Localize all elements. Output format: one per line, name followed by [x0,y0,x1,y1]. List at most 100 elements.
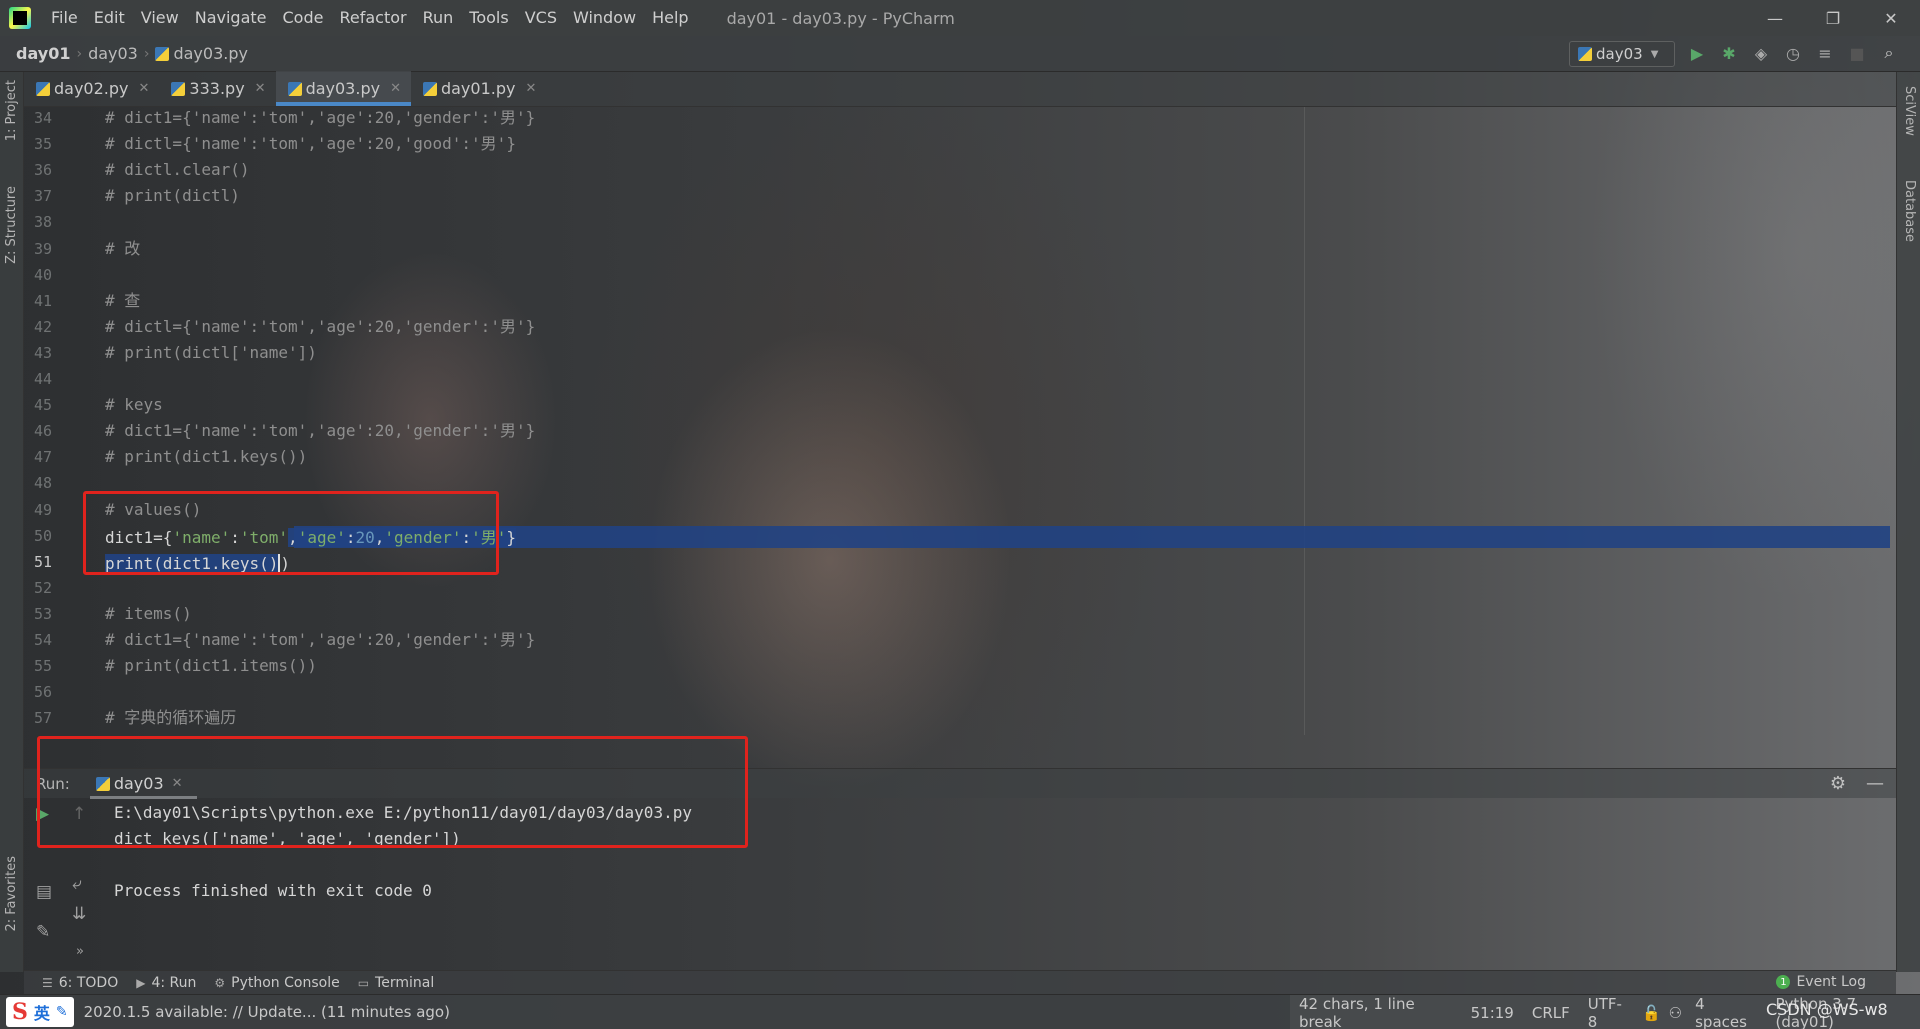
more-icon[interactable]: » [76,944,84,959]
run-tool-button[interactable]: ▶ 4: Run [136,975,196,991]
terminal-tool-button[interactable]: ▭ Terminal [358,975,435,991]
code-line: # dict1={'name':'tom','age':20,'gender':… [105,421,536,441]
project-tool-button[interactable]: 1: Project [4,80,19,141]
left-tool-stripe: 1: Project Z: Structure 2: Favorites [0,72,24,972]
structure-tool-button[interactable]: Z: Structure [4,186,19,264]
menu-vcs[interactable]: VCS [517,0,565,36]
restore-button[interactable]: ❐ [1804,0,1862,36]
line-number: 53 [33,604,52,623]
run-toolbar: ▶ ✱ ◈ ◷ ≡ ■ ⌕ [1686,42,1900,64]
code-line: # dictl={'name':'tom','age':20,'gender':… [105,316,536,336]
file-encoding[interactable]: UTF-8 [1579,995,1638,1029]
menu-window[interactable]: Window [565,0,644,36]
menu-run[interactable]: Run [415,0,462,36]
annotation-red-box [37,736,748,848]
database-tool-button[interactable]: Database [1902,180,1917,242]
search-icon[interactable]: ⌕ [1878,42,1900,64]
line-number: 52 [33,578,52,597]
close-tab-icon[interactable]: ✕ [390,81,401,96]
input-method-widget[interactable]: S 英 ✎ [6,997,74,1027]
ime-language: 英 [33,1004,50,1023]
scroll-to-end-icon[interactable]: ⇊ [72,904,86,924]
selection-info: 42 chars, 1 line break [1299,994,1415,1029]
code-line: # dict1={'name':'tom','age':20,'gender':… [105,108,536,127]
code-token: } [506,528,517,547]
tool-label: 6: TODO [58,974,119,991]
code-line: # dict1={'name':'tom','age':20,'gender':… [105,630,536,649]
close-tab-icon[interactable]: ✕ [139,81,150,96]
right-tool-stripe: SciView Database [1896,72,1920,972]
todo-tool-button[interactable]: ☰ 6: TODO [42,975,118,991]
sciview-tool-button[interactable]: SciView [1902,86,1917,136]
selection-highlight [294,526,1890,548]
inspector-icon[interactable]: ⚇ [1665,1004,1686,1022]
tab-day02[interactable]: day02.py ✕ [24,71,159,106]
indentation[interactable]: 4 spaces [1686,995,1766,1029]
line-number: 34 [33,109,52,127]
debug-icon[interactable]: ✱ [1718,42,1740,64]
stop-icon[interactable]: ■ [1846,42,1868,64]
line-number: 48 [33,474,52,493]
minimize-panel-icon[interactable]: — [1866,773,1884,794]
tab-day03[interactable]: day03.py ✕ [275,71,412,106]
menu-refactor[interactable]: Refactor [331,0,414,36]
menu-tools[interactable]: Tools [461,0,516,36]
menu-view[interactable]: View [133,0,187,36]
tab-label: day02.py [54,79,129,98]
terminal-icon: ▭ [357,975,370,990]
python-file-icon [171,81,186,96]
run-configuration-select[interactable]: day03 ▼ [1569,41,1675,67]
close-tab-icon[interactable]: ✕ [525,81,536,96]
profile-icon[interactable]: ◷ [1782,42,1804,64]
tab-day01[interactable]: day01.py ✕ [411,71,546,106]
menu-edit[interactable]: Edit [86,0,133,36]
close-tab-icon[interactable]: ✕ [255,81,266,96]
concurrency-icon[interactable]: ≡ [1814,42,1836,64]
caret-position[interactable]: 51:19 [1462,1004,1523,1022]
layout-icon[interactable]: ▤ [36,882,52,902]
status-bar: S 英 ✎ 2020.1.5 available: // Update... (… [0,994,1920,1029]
line-number: 49 [33,500,52,519]
breadcrumb-project[interactable]: day01 [10,44,76,63]
code-editor[interactable]: 34 35 36 37 38 39 40 41 42 43 44 45 46 47 48 49 50 51 52 53… [24,107,1896,735]
line-number: 57 [33,709,52,728]
breadcrumb-file-label: day03.py [173,44,248,63]
line-separator[interactable]: CRLF [1523,1004,1579,1022]
csdn-watermark: CSDN @WS-w8 [1766,1000,1888,1019]
window-title: day01 - day03.py - PyCharm [726,8,955,28]
soft-wrap-icon[interactable]: ⤶ [72,874,82,894]
tab-333[interactable]: 333.py ✕ [159,71,275,106]
title-bar: File Edit View Navigate Code Refactor Ru… [0,0,1920,36]
event-count-badge: 1 [1776,975,1791,989]
main-menu: File Edit View Navigate Code Refactor Ru… [43,0,697,36]
python-config-icon [1578,47,1592,61]
favorites-tool-button[interactable]: 2: Favorites [4,856,19,932]
close-button[interactable]: ✕ [1862,0,1920,36]
python-file-icon [287,81,302,96]
python-console-tool-button[interactable]: ⚙ Python Console [214,975,339,991]
menu-code[interactable]: Code [275,0,332,36]
line-number: 41 [33,291,52,310]
pin-icon[interactable]: ✎ [36,922,50,942]
code-line: # 查 [105,290,141,310]
update-notification[interactable]: 2020.1.5 available: // Update... (11 min… [84,1003,450,1021]
breadcrumb-folder[interactable]: day03 [82,44,144,63]
coverage-icon[interactable]: ◈ [1750,42,1772,64]
menu-file[interactable]: File [43,0,86,36]
line-number: 42 [33,317,52,336]
tool-label: Terminal [375,974,435,991]
tab-label: 333.py [189,79,245,98]
annotation-red-box [83,491,499,575]
editor-tabs: day02.py ✕ 333.py ✕ day03.py ✕ day01.py ✕ [24,71,1896,107]
breadcrumb-file[interactable]: day03.py [149,44,254,63]
run-icon[interactable]: ▶ [1686,42,1708,64]
tab-label: day03.py [305,79,381,98]
event-log-button[interactable]: 1 Event Log [1776,974,1866,990]
line-number: 46 [33,422,52,441]
navigation-bar: day01 › day03 › day03.py day03 ▼ ▶ ✱ ◈ ◷… [0,36,1920,72]
gear-icon[interactable]: ⚙ [1830,773,1846,794]
menu-navigate[interactable]: Navigate [187,0,275,36]
lock-icon[interactable]: 🔓 [1638,1004,1665,1022]
minimize-button[interactable]: — [1746,0,1804,36]
menu-help[interactable]: Help [644,0,696,36]
